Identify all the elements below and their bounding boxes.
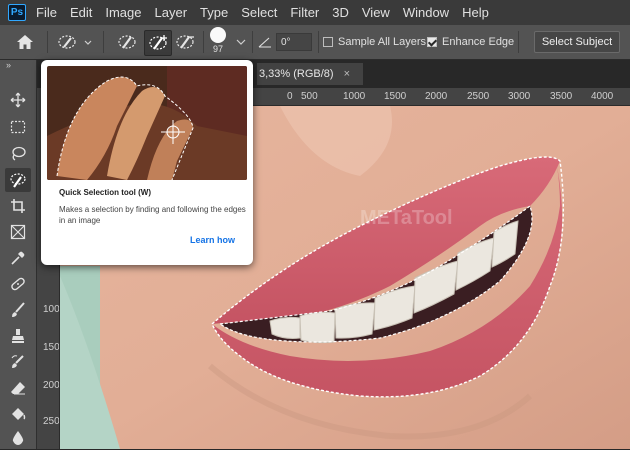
ruler-label: 2500 [43,416,60,427]
water-drop-icon [12,431,24,445]
brush-options-dropdown[interactable] [236,25,246,59]
watermark-text: METaTool [360,207,453,229]
blur-tool[interactable] [5,426,31,450]
lasso-icon [12,146,26,161]
quick-selection-icon [10,173,26,188]
ruler-label: 1500 [384,91,407,102]
eraser-tool[interactable] [5,376,31,400]
angle-input[interactable]: 0° [276,33,312,51]
quick-selection-tooltip: Quick Selection tool (W) Makes a selecti… [41,60,253,265]
angle-icon-wrap [258,25,272,59]
menu-image[interactable]: Image [105,5,141,20]
menu-select[interactable]: Select [241,5,277,20]
crop-tool[interactable] [5,194,31,218]
paint-bucket-tool[interactable] [5,402,31,426]
band-aid-icon [11,277,25,291]
brush-tip-icon [210,26,226,43]
history-brush-icon [11,355,24,368]
home-button[interactable] [16,25,34,59]
brush-size-value: 97 [212,43,223,54]
menu-help[interactable]: Help [462,5,489,20]
history-brush-tool[interactable] [5,350,31,374]
stamp-icon [12,329,24,343]
ruler-label: 2000 [43,380,60,391]
angle-icon [258,37,271,48]
collapse-panel-icon[interactable]: » [6,60,11,70]
chevron-down-icon [236,39,246,45]
move-tool[interactable] [5,88,31,112]
frame-tool[interactable] [5,220,31,244]
brush-new-selection-icon [118,35,136,49]
menu-layer[interactable]: Layer [155,5,188,20]
brush-add-selection-icon [149,35,167,50]
home-icon [17,35,33,49]
marquee-tool[interactable] [5,115,31,139]
menu-file[interactable]: File [36,5,57,20]
rectangular-marquee-icon [10,120,26,134]
menu-window[interactable]: Window [403,5,449,20]
document-tab[interactable]: 3,33% (RGB/8) × [257,63,363,85]
ruler-label: 1000 [343,91,366,102]
tooltip-description: Makes a selection by finding and followi… [59,205,246,225]
ruler-label: 4000 [591,91,614,102]
sample-all-layers-label: Sample All Layers [338,36,427,48]
options-bar: 97 0° Sample All Layers Enhance Edge Sel… [0,25,630,60]
tools-panel: » [0,60,37,449]
ruler-label: 1500 [43,342,60,353]
frame-icon [10,224,26,240]
brush-subtract-selection-icon [176,35,194,49]
ruler-label: 2500 [467,91,490,102]
brush-tool[interactable] [5,298,31,322]
ruler-label: 1000 [43,304,60,315]
new-selection-button[interactable] [116,25,138,59]
sample-all-layers-option[interactable]: Sample All Layers [323,25,426,59]
healing-brush-tool[interactable] [5,272,31,296]
sample-all-layers-checkbox[interactable] [323,37,333,47]
lasso-tool[interactable] [5,142,31,166]
document-tab-label: 3,33% (RGB/8) [259,68,334,80]
quick-selection-preset-icon [58,35,92,49]
select-subject-button[interactable]: Select Subject [534,31,620,53]
menu-bar: Ps File Edit Image Layer Type Select Fil… [0,0,630,25]
crop-icon [11,199,25,213]
tooltip-title: Quick Selection tool (W) [59,188,152,197]
quick-selection-tool[interactable] [5,168,31,192]
subtract-from-selection-button[interactable] [174,25,196,59]
ruler-label: 3000 [508,91,531,102]
enhance-edge-label: Enhance Edge [442,36,515,48]
menu-view[interactable]: View [362,5,390,20]
learn-how-link[interactable]: Learn how [190,235,235,245]
enhance-edge-checkbox[interactable] [427,37,437,47]
ruler-label: 500 [301,91,318,102]
tool-preset-picker[interactable] [56,25,92,59]
menu-edit[interactable]: Edit [70,5,92,20]
brush-size-picker[interactable]: 97 [210,25,226,59]
menu-3d[interactable]: 3D [332,5,349,20]
clone-stamp-tool[interactable] [5,324,31,348]
enhance-edge-option[interactable]: Enhance Edge [427,25,514,59]
ruler-label: 2000 [425,91,448,102]
ruler-label: 0 [287,91,293,102]
add-to-selection-button[interactable] [144,30,172,56]
close-document-icon[interactable]: × [344,68,350,80]
photoshop-logo: Ps [8,4,26,21]
ruler-label: 3500 [550,91,573,102]
menu-type[interactable]: Type [200,5,228,20]
brush-icon [12,302,25,317]
eyedropper-tool[interactable] [5,246,31,270]
move-icon [10,92,26,108]
eyedropper-icon [11,251,25,265]
eraser-icon [11,382,25,395]
paint-bucket-icon [12,408,26,420]
menu-filter[interactable]: Filter [290,5,319,20]
tooltip-preview-image [47,66,247,180]
